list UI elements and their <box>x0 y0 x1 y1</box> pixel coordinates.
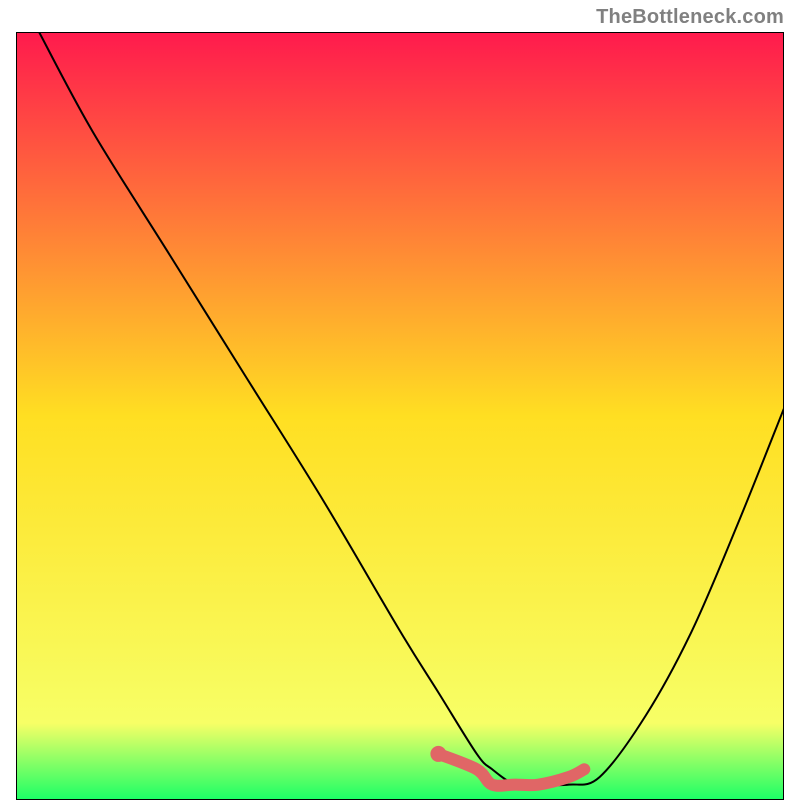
bottleneck-chart <box>16 32 784 800</box>
gradient-background <box>16 32 784 800</box>
attribution-text: TheBottleneck.com <box>596 6 784 29</box>
highlight-dot-icon <box>430 746 446 762</box>
